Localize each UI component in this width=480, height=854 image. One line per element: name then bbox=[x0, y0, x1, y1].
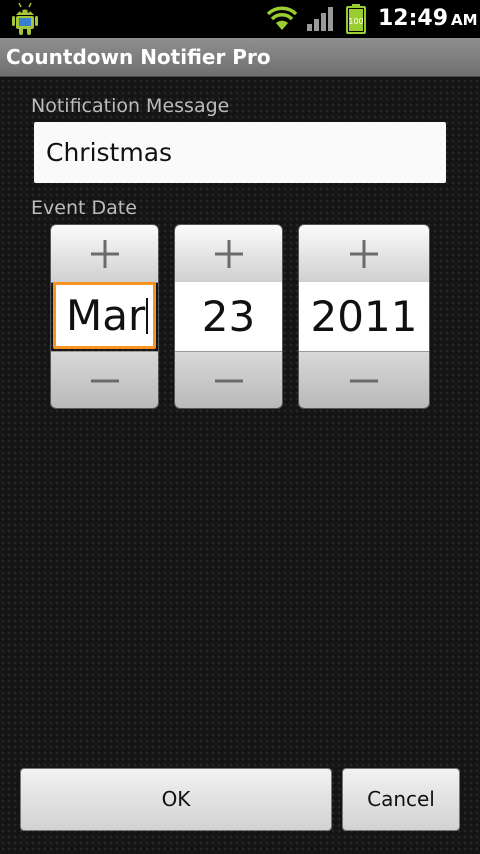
month-decrement-button[interactable] bbox=[51, 351, 158, 408]
android-notification-icon bbox=[12, 2, 38, 35]
battery-icon: 100 bbox=[346, 4, 366, 34]
status-bar: 100 12:49 AM bbox=[0, 0, 480, 38]
month-increment-button[interactable] bbox=[51, 225, 158, 283]
text-cursor bbox=[146, 297, 149, 334]
clock-time: 12:49 bbox=[378, 6, 449, 31]
day-decrement-button[interactable] bbox=[175, 351, 282, 408]
month-picker: Mar bbox=[51, 225, 158, 408]
minus-icon bbox=[350, 379, 378, 382]
status-clock: 12:49 AM bbox=[378, 5, 478, 33]
year-input[interactable]: 2011 bbox=[299, 282, 429, 351]
month-value: Mar bbox=[66, 291, 146, 340]
day-picker: 23 bbox=[175, 225, 282, 408]
cancel-button[interactable]: Cancel bbox=[343, 769, 459, 830]
year-picker: 2011 bbox=[299, 225, 429, 408]
plus-icon bbox=[90, 239, 119, 268]
battery-level: 100 bbox=[348, 17, 363, 26]
signal-icon bbox=[307, 7, 333, 31]
event-date-label: Event Date bbox=[31, 197, 137, 219]
notification-message-label: Notification Message bbox=[31, 95, 230, 117]
title-bar: Countdown Notifier Pro bbox=[0, 38, 480, 77]
month-input[interactable]: Mar bbox=[53, 282, 156, 349]
year-increment-button[interactable] bbox=[299, 225, 429, 283]
ok-button[interactable]: OK bbox=[21, 769, 331, 830]
minus-icon bbox=[214, 379, 243, 382]
day-input[interactable]: 23 bbox=[175, 282, 282, 351]
plus-icon bbox=[214, 239, 243, 268]
day-increment-button[interactable] bbox=[175, 225, 282, 283]
clock-ampm: AM bbox=[451, 11, 478, 29]
year-decrement-button[interactable] bbox=[299, 351, 429, 408]
plus-icon bbox=[350, 239, 378, 268]
app-title: Countdown Notifier Pro bbox=[6, 45, 271, 69]
notification-message-input[interactable]: Christmas bbox=[34, 122, 446, 183]
wifi-icon bbox=[266, 6, 298, 30]
minus-icon bbox=[90, 379, 119, 382]
